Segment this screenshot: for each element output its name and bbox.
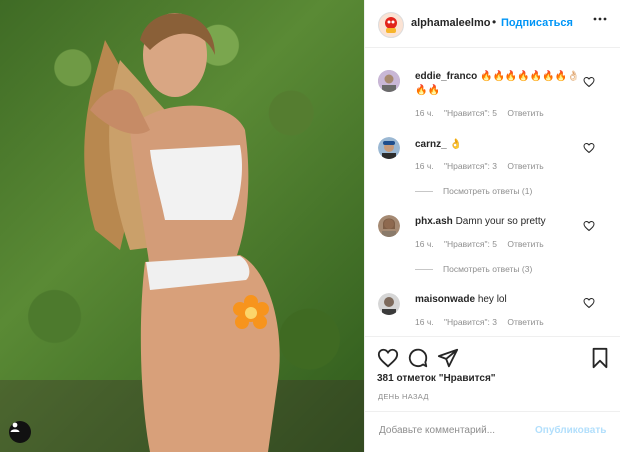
likes-count[interactable]: 381 отметок "Нравится" [377, 373, 496, 384]
comment-meta: 16 ч. "Нравится": 3 Ответить [415, 161, 552, 171]
add-comment-bar: Опубликовать [365, 411, 620, 452]
comment-meta: 16 ч. "Нравится": 5 Ответить [415, 239, 552, 249]
comment-age[interactable]: 16 ч. [415, 239, 434, 249]
comment-text: phx.ash Damn your so pretty [415, 215, 590, 229]
photo-illustration [0, 13, 364, 452]
separator-dot: • [492, 15, 497, 29]
comment-body: hey lol [477, 294, 507, 305]
comment-heart-icon[interactable] [583, 76, 595, 88]
reply-button[interactable]: Ответить [507, 161, 543, 171]
share-icon[interactable] [437, 347, 459, 369]
post-header: alphamaleelmo • Подписаться [365, 0, 620, 48]
comment-age[interactable]: 16 ч. [415, 317, 434, 327]
post-sidebar: alphamaleelmo • Подписаться eddie_franco… [364, 0, 620, 452]
author-username[interactable]: alphamaleelmo [411, 17, 490, 29]
view-replies-button[interactable]: Посмотреть ответы (3) [415, 264, 532, 274]
view-replies-label: Посмотреть ответы (1) [443, 186, 533, 196]
comment-username[interactable]: eddie_franco [415, 71, 477, 82]
view-replies-label: Посмотреть ответы (3) [443, 264, 533, 274]
commenter-avatar[interactable] [378, 70, 400, 92]
comment-text: maisonwade hey lol [415, 293, 590, 307]
comment-like-count[interactable]: "Нравится": 3 [444, 317, 497, 327]
comment-text: carnz_ 👌 [415, 138, 590, 152]
comment-input[interactable] [377, 424, 531, 437]
comment-like-count[interactable]: "Нравится": 3 [444, 161, 497, 171]
comment-body: 👌 [449, 139, 462, 150]
publish-button[interactable]: Опубликовать [535, 425, 606, 436]
post-photo[interactable] [0, 0, 364, 452]
comment-icon[interactable] [407, 347, 429, 369]
comment-meta: 16 ч. "Нравится": 3 Ответить [415, 317, 552, 327]
commenter-avatar[interactable] [378, 293, 400, 315]
reply-button[interactable]: Ответить [507, 108, 543, 118]
author-avatar[interactable] [378, 12, 404, 38]
comment-like-count[interactable]: "Нравится": 5 [444, 239, 497, 249]
comment-age[interactable]: 16 ч. [415, 161, 434, 171]
comment-heart-icon[interactable] [583, 142, 595, 154]
comment-username[interactable]: carnz_ [415, 139, 447, 150]
view-replies-button[interactable]: Посмотреть ответы (1) [415, 186, 532, 196]
more-options-icon[interactable] [593, 12, 607, 29]
post-time[interactable]: ДЕНЬ НАЗАД [378, 392, 429, 401]
commenter-avatar[interactable] [378, 215, 400, 237]
comment-age[interactable]: 16 ч. [415, 108, 434, 118]
comment-like-count[interactable]: "Нравится": 5 [444, 108, 497, 118]
follow-button[interactable]: Подписаться [501, 17, 573, 29]
comment-heart-icon[interactable] [583, 297, 595, 309]
comment-meta: 16 ч. "Нравится": 5 Ответить [415, 108, 552, 118]
commenter-avatar[interactable] [378, 137, 400, 159]
comment-text: eddie_franco 🔥🔥🔥🔥🔥🔥🔥👌🏻🔥🔥 [415, 70, 590, 98]
user-tag-icon[interactable] [9, 421, 31, 443]
heart-icon[interactable] [377, 347, 399, 369]
reply-button[interactable]: Ответить [507, 239, 543, 249]
post-actions [365, 336, 620, 376]
comment-username[interactable]: maisonwade [415, 294, 475, 305]
reply-button[interactable]: Ответить [507, 317, 543, 327]
comment-heart-icon[interactable] [583, 220, 595, 232]
comment-body: Damn your so pretty [455, 216, 546, 227]
bookmark-icon[interactable] [589, 347, 611, 369]
comment-username[interactable]: phx.ash [415, 216, 453, 227]
